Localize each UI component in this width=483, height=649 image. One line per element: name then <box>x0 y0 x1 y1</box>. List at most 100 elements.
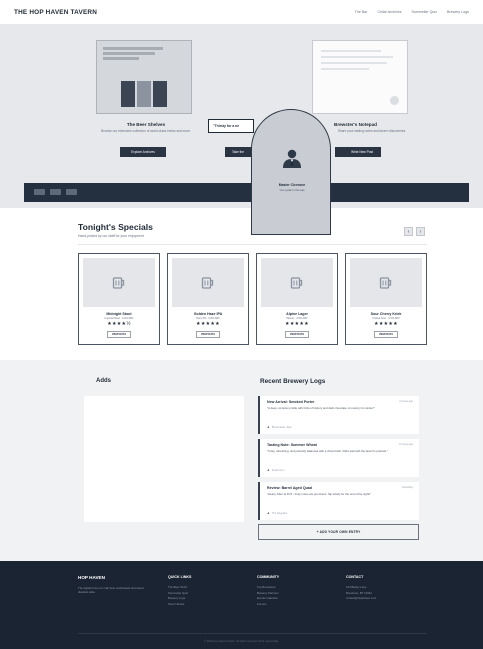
author-name: Brewmaster Jack <box>271 426 292 429</box>
notepad-title: Brewster's Notepad <box>334 122 377 127</box>
footer-divider <box>78 633 427 634</box>
author-name: The Regulars <box>271 512 288 515</box>
community-section: Adds Recent Brewery Logs New Arrival: Sm… <box>0 360 483 561</box>
section-divider <box>78 244 427 245</box>
add-entry-button[interactable]: + ADD YOUR OWN ENTRY <box>258 524 419 540</box>
log-entry-date: Yesterday <box>401 486 413 489</box>
log-entry-title: New Arrival: Smoked Porter <box>267 400 315 404</box>
specials-subtitle: Hand-picked by our staff for your enjoym… <box>78 234 144 238</box>
star-rating: ★★★★★ <box>285 321 309 327</box>
log-entry-body: "Heavy hitter at 11% - fruity notes are … <box>267 492 371 496</box>
user-icon: ♟ <box>267 468 270 472</box>
log-entry-title: Tasting Note: Summer Wheat <box>267 443 317 447</box>
strip-thumbnail[interactable] <box>66 189 77 195</box>
nav-link-sommelier-quiz[interactable]: Sommelier Quiz <box>411 10 437 14</box>
log-entry-body: "A deep, complex profile with hints of h… <box>267 406 375 410</box>
log-entry-author: ♟ The Regulars <box>267 511 287 515</box>
placeholder-line <box>321 56 393 58</box>
adds-title: Adds <box>96 378 111 384</box>
footer-tagline: The digital home for craft beer enthusia… <box>78 586 145 594</box>
take-the-quiz-button[interactable]: Take the <box>225 147 253 157</box>
write-new-post-button[interactable]: Write New Post <box>335 147 381 157</box>
master-cicerone-name: Master Cicerone <box>278 183 306 187</box>
carousel-prev-button[interactable]: ‹ <box>404 227 413 236</box>
hero-quote-bubble: "Thirsty for a ne <box>208 119 254 133</box>
notepad-illustration <box>312 40 408 114</box>
log-entry[interactable]: New Arrival: Smoked Porter 2 hours ago "… <box>258 396 419 434</box>
site-brand[interactable]: THE HOP HAVEN TAVERN <box>14 9 97 16</box>
beer-card-midnight-stout[interactable]: Midnight Stout Imperial Stout · 9.2% ABV… <box>78 253 160 345</box>
tonights-specials-section: Tonight's Specials Hand-picked by our st… <box>0 208 483 360</box>
log-entry-date: 5 hours ago <box>399 443 413 446</box>
contact-email[interactable]: contact@hophaven.com <box>346 596 376 602</box>
log-entry-title: Review: Barrel Aged Quad <box>267 486 313 490</box>
footer-column-title: CONTACT <box>346 575 364 579</box>
placeholder-line <box>103 57 139 60</box>
footer-brand: HOP HAVEN <box>78 575 105 580</box>
beer-image-placeholder <box>83 258 155 307</box>
master-cicerone-card[interactable]: Master Cicerone Your guide to the taps <box>251 109 331 235</box>
footer-link[interactable]: Tavern Rules <box>168 602 191 608</box>
main-nav: The Bar Cellar Archives Sommelier Quiz B… <box>355 10 469 14</box>
beer-name: Golden Haze IPA <box>193 312 223 316</box>
beer-card-alpine-lager[interactable]: Alpine Lager Pilsner · 4.9% ABV ★★★★★ VI… <box>256 253 338 345</box>
log-entry-author: ♟ Brewmaster Jack <box>267 425 292 429</box>
nav-link-cellar-archives[interactable]: Cellar Archives <box>377 10 401 14</box>
user-avatar-icon <box>283 149 301 168</box>
strip-thumbnail[interactable] <box>50 189 61 195</box>
view-data-button[interactable]: VIEW DATA <box>285 331 309 338</box>
explore-archives-button[interactable]: Explore Archives <box>120 147 166 157</box>
notepad-description: Share your tasting notes and tavern disc… <box>337 129 407 133</box>
beer-name: Sour Cherry Kriek <box>370 312 402 316</box>
log-entry[interactable]: Review: Barrel Aged Quad Yesterday "Heav… <box>258 482 419 520</box>
beer-shelves-title: The Beer Shelves <box>126 122 166 127</box>
beer-shelves-illustration <box>96 40 192 114</box>
beer-card-sour-cherry-kriek[interactable]: Sour Cherry Kriek Fruited Sour · 5.5% AB… <box>345 253 427 345</box>
beer-meta: Imperial Stout · 9.2% ABV <box>104 317 134 320</box>
user-icon: ♟ <box>267 511 270 515</box>
log-entry-author: ♟ Sarah Finn <box>267 468 284 472</box>
nav-link-the-bar[interactable]: The Bar <box>355 10 368 14</box>
placeholder-line <box>103 47 163 50</box>
nav-link-brewery-logs[interactable]: Brewery Logs <box>447 10 469 14</box>
placeholder-line <box>321 62 387 64</box>
site-footer: HOP HAVEN The digital home for craft bee… <box>0 561 483 649</box>
user-icon: ♟ <box>267 425 270 429</box>
author-name: Sarah Finn <box>271 469 285 472</box>
specials-title: Tonight's Specials <box>78 222 153 232</box>
star-rating: ★★★★★ <box>196 321 220 327</box>
footer-copyright: © 2024 Hop Haven Tavern. All rights rese… <box>204 640 279 643</box>
strip-thumbnail[interactable] <box>34 189 45 195</box>
beer-mug-icon <box>379 276 392 289</box>
beer-image-placeholder <box>350 258 422 307</box>
beer-mug-icon <box>112 276 125 289</box>
brewery-logs-title: Recent Brewery Logs <box>260 378 326 385</box>
hero-section: The Beer Shelves Browse our extensive co… <box>0 24 483 235</box>
log-entry[interactable]: Tasting Note: Summer Wheat 5 hours ago "… <box>258 439 419 477</box>
beer-mug-icon <box>201 276 214 289</box>
top-navigation-bar: THE HOP HAVEN TAVERN The Bar Cellar Arch… <box>0 0 483 24</box>
view-data-button[interactable]: VIEW DATA <box>374 331 398 338</box>
beer-card-golden-haze-ipa[interactable]: Golden Haze IPA Hazy IPA · 6.8% ABV ★★★★… <box>167 253 249 345</box>
placeholder-line <box>321 50 381 52</box>
adds-panel <box>84 396 244 522</box>
beer-meta: Pilsner · 4.9% ABV <box>286 317 308 320</box>
footer-link[interactable]: Forums <box>257 602 279 608</box>
beer-meta: Hazy IPA · 6.8% ABV <box>196 317 220 320</box>
view-data-button[interactable]: VIEW DATA <box>196 331 220 338</box>
beer-image-placeholder <box>172 258 244 307</box>
footer-community: COMMUNITY Top Reviewers Brewery Partners… <box>257 575 279 607</box>
carousel-next-button[interactable]: › <box>416 227 425 236</box>
beer-name: Alpine Lager <box>286 312 308 316</box>
beer-image-placeholder <box>261 258 333 307</box>
hero-dark-strip <box>24 183 469 202</box>
footer-link[interactable]: Events Calendar <box>257 596 279 602</box>
placeholder-dot <box>390 96 399 105</box>
footer-column-title: COMMUNITY <box>257 575 280 579</box>
footer-contact: CONTACT 123 Barley Lane Brewtown, BT 104… <box>346 575 376 602</box>
log-entry-body: "Crisp, refreshing, and perfectly balanc… <box>267 449 388 453</box>
beer-meta: Fruited Sour · 5.5% ABV <box>372 317 400 320</box>
footer-column-title: QUICK LINKS <box>168 575 192 579</box>
view-data-button[interactable]: VIEW DATA <box>107 331 131 338</box>
log-entry-date: 2 hours ago <box>399 400 413 403</box>
